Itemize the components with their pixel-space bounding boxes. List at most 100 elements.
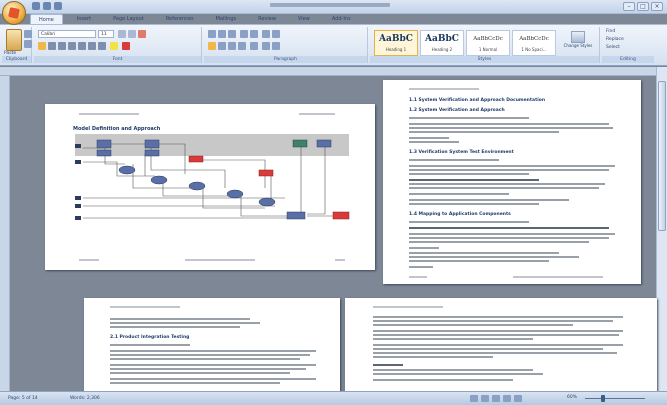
text-line: [110, 350, 316, 352]
justify-icon[interactable]: [238, 42, 246, 50]
decrease-indent-icon[interactable]: [240, 30, 248, 38]
outline-icon[interactable]: [503, 395, 511, 402]
document-page-2[interactable]: 1.1 System Verification and Approach Doc…: [383, 80, 641, 284]
text-line: [373, 364, 403, 366]
tab-review[interactable]: Review: [250, 14, 284, 24]
replace-button[interactable]: Replace: [606, 37, 624, 42]
increase-indent-icon[interactable]: [250, 30, 258, 38]
clear-formatting-icon[interactable]: [138, 30, 146, 38]
save-icon[interactable]: [32, 2, 40, 10]
style-name: 1 Normal: [478, 47, 498, 52]
highlight-icon[interactable]: [110, 42, 118, 50]
office-button[interactable]: [2, 1, 26, 25]
word-count[interactable]: Words: 2,306: [70, 395, 100, 402]
tab-insert[interactable]: Insert: [69, 14, 99, 24]
align-right-icon[interactable]: [228, 42, 236, 50]
paste-button[interactable]: [6, 29, 22, 51]
superscript-icon[interactable]: [88, 42, 96, 50]
text-line: [373, 356, 493, 358]
font-size-combo[interactable]: 11: [98, 30, 114, 38]
diagram-node: [316, 139, 332, 148]
text-line: [409, 227, 609, 229]
shading-icon[interactable]: [262, 42, 270, 50]
style-sample: AaBbCcDc: [519, 36, 549, 42]
italic-icon[interactable]: [48, 42, 56, 50]
style-name: 1 No Spaci...: [521, 47, 547, 52]
style-no-spacing[interactable]: AaBbCcDc 1 No Spaci...: [512, 30, 556, 56]
align-left-icon[interactable]: [208, 42, 216, 50]
sort-icon[interactable]: [262, 30, 270, 38]
document-page-3[interactable]: 2.1 Product Integration Testing: [84, 298, 340, 391]
zoom-slider-knob[interactable]: [601, 395, 605, 402]
print-layout-icon[interactable]: [470, 395, 478, 402]
scrollbar-thumb[interactable]: [658, 81, 666, 231]
maximize-button[interactable]: □: [637, 2, 649, 11]
tab-home[interactable]: Home: [30, 14, 63, 24]
zoom-percent[interactable]: 60%: [567, 395, 577, 400]
line-spacing-icon[interactable]: [250, 42, 258, 50]
minimize-button[interactable]: –: [623, 2, 635, 11]
zoom-slider-track[interactable]: [585, 398, 645, 399]
tab-add-ins[interactable]: Add-Ins: [324, 14, 359, 24]
diagram-connector: [195, 159, 266, 188]
draft-icon[interactable]: [514, 395, 522, 402]
tab-view[interactable]: View: [290, 14, 318, 24]
diagram-row-label: [75, 160, 81, 164]
zoom-control: 60%: [567, 395, 657, 402]
document-page-1[interactable]: Model Definition and Approach: [45, 104, 375, 270]
undo-icon[interactable]: [43, 2, 51, 10]
multilevel-list-icon[interactable]: [228, 30, 236, 38]
align-center-icon[interactable]: [218, 42, 226, 50]
copy-icon[interactable]: [24, 40, 32, 48]
page-header: [409, 88, 479, 90]
web-layout-icon[interactable]: [492, 395, 500, 402]
vertical-ruler[interactable]: [0, 76, 10, 391]
redo-icon[interactable]: [54, 2, 62, 10]
underline-icon[interactable]: [58, 42, 66, 50]
change-case-icon[interactable]: [98, 42, 106, 50]
style-normal[interactable]: AaBbCcDc 1 Normal: [466, 30, 510, 56]
text-line: [409, 203, 539, 205]
page-count[interactable]: Page: 5 of 14: [8, 395, 38, 402]
text-line: [409, 241, 589, 243]
styles-group: AaBbC Heading 1 AaBbC Heading 2 AaBbCcDc…: [370, 27, 600, 63]
cut-icon[interactable]: [24, 30, 32, 38]
diagram-node: [258, 197, 276, 207]
close-button[interactable]: ×: [651, 2, 663, 11]
diagram-node: [96, 149, 112, 157]
borders-icon[interactable]: [272, 42, 280, 50]
full-screen-reading-icon[interactable]: [481, 395, 489, 402]
document-page-4[interactable]: [345, 298, 657, 391]
change-styles-button[interactable]: Change Styles: [560, 30, 596, 56]
page-header: [373, 306, 443, 308]
strikethrough-icon[interactable]: [68, 42, 76, 50]
font-name-combo[interactable]: Calibri: [38, 30, 96, 38]
tab-mailings[interactable]: Mailings: [208, 14, 245, 24]
horizontal-ruler[interactable]: [0, 67, 667, 76]
select-button[interactable]: Select: [606, 45, 620, 50]
style-heading-1[interactable]: AaBbC Heading 1: [374, 30, 418, 56]
text-line: [409, 256, 579, 258]
section-heading: 1.3 Verification System Test Environment: [409, 150, 514, 155]
text-line: [373, 344, 623, 346]
diagram-node-alert: [188, 155, 204, 163]
tab-page-layout[interactable]: Page Layout: [105, 14, 152, 24]
bullets-icon[interactable]: [208, 30, 216, 38]
diagram-top-band: [75, 134, 349, 156]
diagram-row-label: [75, 196, 81, 200]
vertical-scrollbar[interactable]: [656, 67, 667, 391]
font-color-icon[interactable]: [122, 42, 130, 50]
numbering-icon[interactable]: [218, 30, 226, 38]
status-bar: Page: 5 of 14 Words: 2,306 60%: [0, 391, 667, 405]
subscript-icon[interactable]: [78, 42, 86, 50]
shrink-font-icon[interactable]: [128, 30, 136, 38]
change-styles-label: Change Styles: [563, 43, 593, 48]
text-line: [409, 199, 569, 201]
show-hide-icon[interactable]: [272, 30, 280, 38]
grow-font-icon[interactable]: [118, 30, 126, 38]
bold-icon[interactable]: [38, 42, 46, 50]
text-line: [409, 193, 509, 195]
tab-references[interactable]: References: [158, 14, 202, 24]
style-heading-2[interactable]: AaBbC Heading 2: [420, 30, 464, 56]
find-button[interactable]: Find: [606, 29, 615, 34]
